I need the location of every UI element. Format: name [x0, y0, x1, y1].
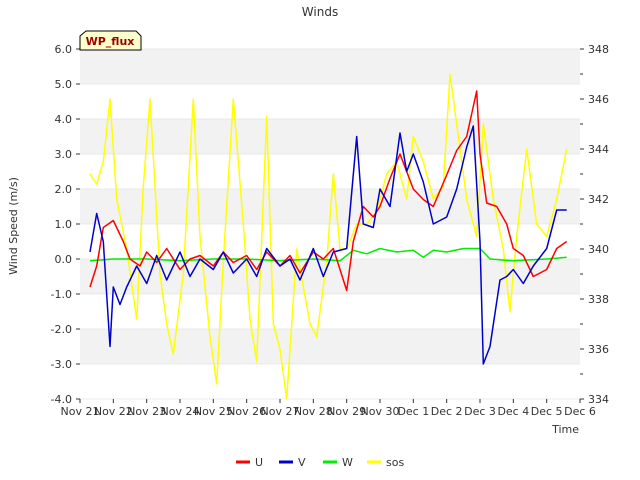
site-label: WP_flux — [86, 35, 135, 48]
y-tick-label: 0.0 — [55, 253, 73, 266]
y2-axis-ticks: 334 336 338 340 342 344 346 348 — [580, 43, 609, 406]
x-tick-label: Dec 2 — [431, 405, 463, 418]
plot-bands — [80, 49, 580, 364]
y-tick-label: -2.0 — [51, 323, 72, 336]
y-tick-label: 1.0 — [55, 218, 73, 231]
x-tick-label: Dec 3 — [464, 405, 496, 418]
y-tick-label: 6.0 — [55, 43, 73, 56]
y-tick-label: 2.0 — [55, 183, 73, 196]
chart-title: Winds — [302, 5, 338, 19]
plot-band — [80, 49, 580, 84]
y2-tick-label: 344 — [588, 143, 609, 156]
x-axis-ticks: Nov 21Nov 22Nov 23Nov 24Nov 25Nov 26Nov … — [61, 399, 596, 418]
legend: U V Wsos — [236, 456, 404, 469]
legend-label-u: U — [255, 456, 263, 469]
y-tick-label: 3.0 — [55, 148, 73, 161]
legend-label-w: W — [342, 456, 353, 469]
plot-band — [80, 119, 580, 154]
x-tick-label: Dec 1 — [397, 405, 429, 418]
x-tick-label: Dec 5 — [531, 405, 563, 418]
x-axis-label: Time — [551, 423, 579, 436]
plot-band — [80, 329, 580, 364]
y-tick-label: -4.0 — [51, 393, 72, 406]
y-tick-label: -1.0 — [51, 288, 72, 301]
y2-tick-label: 340 — [588, 243, 609, 256]
x-tick-label: Dec 6 — [564, 405, 596, 418]
legend-label-v: V — [298, 456, 306, 469]
y-tick-label: -3.0 — [51, 358, 72, 371]
y2-tick-label: 346 — [588, 93, 609, 106]
winds-chart: Nov 21Nov 22Nov 23Nov 24Nov 25Nov 26Nov … — [7, 5, 609, 469]
x-tick-label: Dec 4 — [497, 405, 529, 418]
y2-tick-label: 342 — [588, 193, 609, 206]
y2-tick-label: 338 — [588, 293, 609, 306]
y-axis-ticks: -4.0 -3.0 -2.0 -1.0 0.0 1.0 2.0 3.0 4.0 5.0 6.0 — [51, 43, 80, 406]
y-tick-label: 5.0 — [55, 78, 73, 91]
site-label-box: WP_flux — [79, 30, 142, 51]
y-tick-label: 4.0 — [55, 113, 73, 126]
y2-tick-label: 334 — [588, 393, 609, 406]
legend-label-sos: sos — [386, 456, 404, 469]
y2-tick-label: 336 — [588, 343, 609, 356]
x-tick-label: Nov 30 — [361, 405, 400, 418]
y-axis-label: Wind Speed (m/s) — [7, 177, 20, 275]
y2-tick-label: 348 — [588, 43, 609, 56]
